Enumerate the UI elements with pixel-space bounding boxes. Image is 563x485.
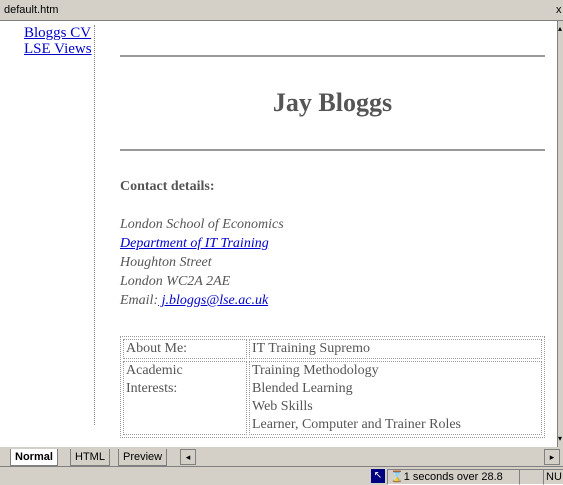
tab-normal[interactable]: Normal: [10, 449, 58, 466]
scroll-down-icon[interactable]: ▾: [558, 435, 562, 443]
page-title: Jay Bloggs: [272, 88, 393, 117]
profile-table: About Me: IT Training Supremo Academic I…: [120, 336, 545, 438]
address-line-street: Houghton Street: [120, 255, 212, 270]
download-time-panel: ⌛1 seconds over 28.8: [387, 469, 521, 485]
view-tabs: Normal HTML Preview ◂ ▸: [0, 447, 563, 467]
pointer-icon[interactable]: ↖: [371, 469, 385, 483]
scroll-right-icon[interactable]: ▸: [544, 449, 560, 465]
hourglass-icon: ⌛: [390, 471, 404, 483]
email-link[interactable]: j.bloggs@lse.ac.uk: [158, 293, 269, 308]
table-row: Academic Interests: Training Methodology…: [123, 361, 542, 435]
nav-link-bloggs-cv[interactable]: Bloggs CV: [24, 25, 94, 41]
window-titlebar: default.htm x: [0, 0, 563, 21]
table-row: About Me: IT Training Supremo: [123, 339, 542, 359]
interests-label: Academic Interests:: [123, 361, 247, 435]
email-row: Email: j.bloggs@lse.ac.uk: [120, 291, 545, 310]
about-label: About Me:: [123, 339, 247, 359]
document-title: default.htm: [4, 4, 59, 16]
interests-label-line-2: Interests:: [126, 381, 178, 396]
vertical-scrollbar[interactable]: ▴ ▾: [557, 21, 563, 447]
email-label: Email:: [120, 293, 159, 308]
list-item: Training Methodology: [252, 363, 379, 378]
address-block: London School of Economics Department of…: [120, 215, 545, 310]
scroll-up-icon[interactable]: ▴: [558, 25, 562, 33]
list-item: Blended Learning: [252, 381, 353, 396]
about-value: IT Training Supremo: [249, 339, 542, 359]
status-panel-mode: NU: [543, 469, 563, 485]
page-editor[interactable]: Bloggs CV LSE Views Jay Bloggs Contact d…: [0, 21, 557, 447]
download-time-text: 1 seconds over 28.8: [403, 471, 503, 483]
left-navigation: Bloggs CV LSE Views: [24, 25, 95, 425]
address-line-postcode: London WC2A 2AE: [120, 274, 231, 289]
interests-value: Training Methodology Blended Learning We…: [249, 361, 542, 435]
top-divider: [120, 55, 545, 57]
address-line-institution: London School of Economics: [120, 217, 284, 232]
tab-html[interactable]: HTML: [70, 449, 110, 466]
interests-label-line-1: Academic: [126, 363, 183, 378]
department-link[interactable]: Department of IT Training: [120, 236, 269, 251]
tab-preview[interactable]: Preview: [118, 449, 168, 466]
scroll-left-icon[interactable]: ◂: [180, 449, 196, 465]
contact-heading: Contact details:: [120, 179, 215, 194]
nav-link-lse-views[interactable]: LSE Views: [24, 41, 94, 57]
list-item: Learner, Computer and Trainer Roles: [252, 417, 462, 432]
list-item: Web Skills: [252, 399, 313, 414]
close-icon[interactable]: x: [556, 0, 562, 20]
bottom-divider: [120, 149, 545, 151]
status-panel-empty: [519, 469, 545, 485]
status-area: Normal HTML Preview ◂ ▸ ↖ ⌛1 seconds ove…: [0, 447, 563, 485]
main-content: Jay Bloggs Contact details: London Schoo…: [120, 55, 545, 310]
